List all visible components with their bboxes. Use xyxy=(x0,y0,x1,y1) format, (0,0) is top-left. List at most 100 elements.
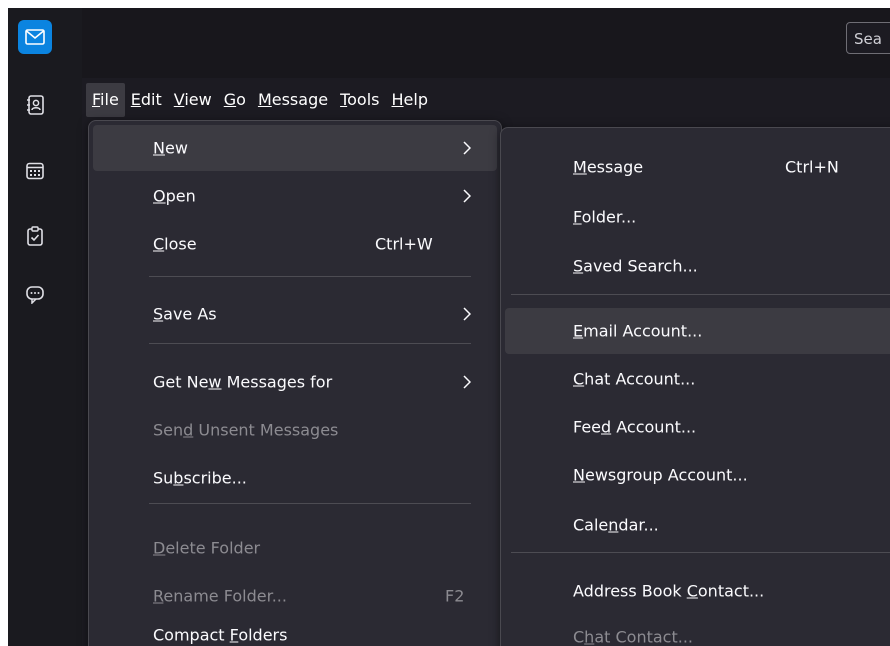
label-text: ew xyxy=(164,138,188,158)
mail-icon xyxy=(25,29,45,45)
menu-label: ools xyxy=(347,90,380,109)
label-text: scribe... xyxy=(183,468,247,488)
menu-separator xyxy=(511,552,890,553)
access-key: F xyxy=(573,207,582,227)
chevron-right-icon xyxy=(463,141,471,155)
file-menu-item-compact-folders[interactable]: Compact Folders xyxy=(93,612,497,646)
label-text: lose xyxy=(164,234,197,254)
chevron-right-icon xyxy=(463,375,471,389)
menu-label: o xyxy=(236,90,246,109)
menu-item-label: Delete Folder xyxy=(153,539,260,558)
access-key: S xyxy=(573,256,584,276)
menu-file[interactable]: File xyxy=(86,83,125,117)
search-input[interactable]: Sea xyxy=(846,22,890,54)
menu-label: iew xyxy=(184,90,212,109)
file-menu-item-close[interactable]: Close Ctrl+W xyxy=(93,221,497,267)
file-menu-item-delete-folder[interactable]: Delete Folder xyxy=(93,525,497,571)
menu-item-label: Rename Folder... xyxy=(153,587,287,606)
label-text: Compact xyxy=(153,625,230,645)
label-text: olders xyxy=(238,625,288,645)
file-menu-item-send-unsent-messages[interactable]: Send Unsent Messages xyxy=(93,407,497,453)
tasks-space-button[interactable] xyxy=(18,219,52,253)
shortcut-label: Ctrl+N xyxy=(785,157,839,177)
menu-item-label: New xyxy=(153,139,188,158)
menu-label: ile xyxy=(100,90,119,109)
label-text: ename Folder... xyxy=(163,586,287,606)
address-book-space-button[interactable] xyxy=(18,88,52,122)
new-submenu-item-message[interactable]: Message Ctrl+N xyxy=(505,144,890,190)
menu-view[interactable]: View xyxy=(168,83,218,117)
menu-item-label: Close xyxy=(153,235,197,254)
file-menu-item-open[interactable]: Open xyxy=(93,173,497,219)
label-text: ave As xyxy=(163,304,217,324)
access-key: R xyxy=(153,586,164,606)
label-text: Su xyxy=(153,468,174,488)
menu-separator xyxy=(149,343,471,344)
access-key: M xyxy=(257,90,272,109)
menu-item-label: Save As xyxy=(153,305,217,324)
chevron-right-icon xyxy=(463,307,471,321)
menu-bar: File Edit View Go Message Tools Help xyxy=(86,81,434,119)
menu-label: elp xyxy=(403,90,428,109)
access-key: F xyxy=(92,90,101,109)
menu-item-label: Send Unsent Messages xyxy=(153,421,338,440)
label-text: Address Book xyxy=(573,581,687,601)
menu-item-label: Open xyxy=(153,187,196,206)
menu-message[interactable]: Message xyxy=(252,83,334,117)
file-menu-item-new[interactable]: New xyxy=(93,125,497,171)
access-key: S xyxy=(153,304,164,324)
mail-space-button[interactable] xyxy=(18,20,52,54)
new-submenu: Message Ctrl+N Folder... Saved Search... Ema… xyxy=(500,127,890,646)
access-key: n xyxy=(608,515,619,535)
access-key: V xyxy=(173,90,185,109)
chevron-right-icon xyxy=(463,189,471,203)
menu-item-label: Feed Account... xyxy=(573,418,696,437)
menu-go[interactable]: Go xyxy=(218,83,252,117)
label-text: Fee xyxy=(573,417,602,437)
menu-separator xyxy=(149,503,471,504)
label-text: Messages for xyxy=(221,372,333,392)
new-submenu-item-folder[interactable]: Folder... xyxy=(505,194,890,240)
access-key: N xyxy=(573,465,585,485)
menu-edit[interactable]: Edit xyxy=(125,83,168,117)
file-menu-item-get-new-messages-for[interactable]: Get New Messages for xyxy=(93,359,497,405)
label-text: essage xyxy=(586,157,644,177)
calendar-icon xyxy=(26,162,44,180)
file-menu: New Open Close Ctrl+W Save As Get New Message… xyxy=(88,120,502,646)
access-key: M xyxy=(573,157,587,177)
new-submenu-item-chat-contact[interactable]: Chat Contact... xyxy=(505,614,890,646)
chat-space-button[interactable] xyxy=(18,278,52,312)
access-key: H xyxy=(391,90,404,109)
menu-item-label: Subscribe... xyxy=(153,469,247,488)
unified-toolbar: Sea xyxy=(82,8,890,78)
menu-item-label: Saved Search... xyxy=(573,257,698,276)
calendar-space-button[interactable] xyxy=(18,154,52,188)
menu-tools[interactable]: Tools xyxy=(334,83,385,117)
new-submenu-item-feed-account[interactable]: Feed Account... xyxy=(505,404,890,450)
access-key: D xyxy=(153,538,166,558)
menu-item-label: Chat Account... xyxy=(573,370,695,389)
menu-item-label: Compact Folders xyxy=(153,626,287,645)
new-submenu-item-saved-search[interactable]: Saved Search... xyxy=(505,243,890,289)
file-menu-item-save-as[interactable]: Save As xyxy=(93,291,497,337)
new-submenu-item-chat-account[interactable]: Chat Account... xyxy=(505,356,890,402)
spaces-toolbar xyxy=(8,8,82,646)
access-key: b xyxy=(173,468,184,488)
menu-item-label: Message xyxy=(573,158,643,177)
menu-separator xyxy=(149,276,471,277)
menu-item-label: Address Book Contact... xyxy=(573,582,764,601)
thunderbird-window: Sea File Edit View Go Message Tools Help New Op… xyxy=(8,8,890,646)
label-text: hat Account... xyxy=(584,369,696,389)
label-text: older... xyxy=(581,207,637,227)
menu-label: essage xyxy=(271,90,329,109)
file-menu-item-subscribe[interactable]: Subscribe... xyxy=(93,455,497,501)
new-submenu-item-calendar[interactable]: Calendar... xyxy=(505,502,890,548)
new-submenu-item-address-book-contact[interactable]: Address Book Contact... xyxy=(505,568,890,614)
access-key: h xyxy=(584,627,595,646)
menu-help[interactable]: Help xyxy=(386,83,434,117)
menu-item-label: Calendar... xyxy=(573,516,659,535)
access-key: E xyxy=(130,90,141,109)
label-text: Sen xyxy=(153,420,184,440)
new-submenu-item-newsgroup-account[interactable]: Newsgroup Account... xyxy=(505,452,890,498)
new-submenu-item-email-account[interactable]: Email Account... xyxy=(505,308,890,354)
